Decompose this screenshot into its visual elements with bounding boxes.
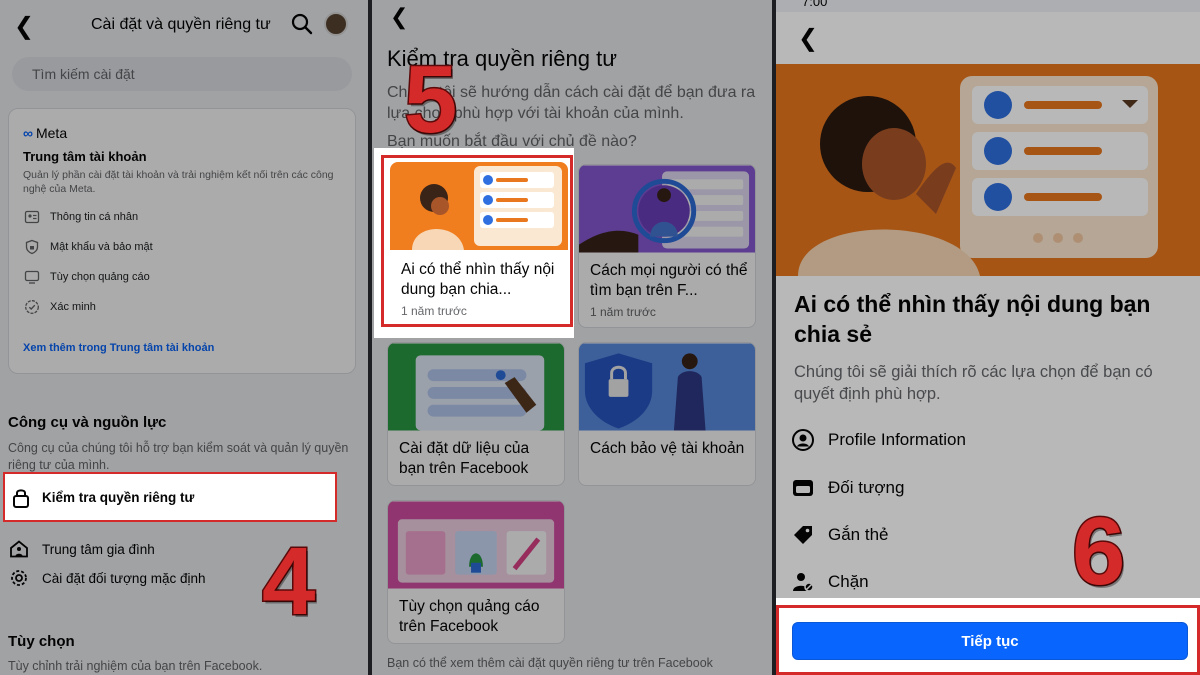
detail-item-tagging: Gắn thẻ <box>790 522 889 548</box>
detail-item-label: Gắn thẻ <box>828 525 889 544</box>
find-you-illustration <box>579 165 755 253</box>
privacy-checkup-row[interactable]: Kiểm tra quyền riêng tư <box>3 472 337 522</box>
topic-tile-ad-preferences[interactable]: Tùy chọn quảng cáo trên Facebook <box>387 500 565 644</box>
who-can-see-illustration <box>390 162 568 250</box>
lock-icon <box>11 487 31 514</box>
hero-art <box>776 64 1200 276</box>
settings-search-input[interactable]: Tìm kiếm cài đặt <box>12 57 352 91</box>
tools-description: Công cụ của chúng tôi hỗ trợ bạn kiểm so… <box>8 441 349 472</box>
family-center-row[interactable]: Trung tâm gia đình <box>8 536 155 562</box>
detail-item-audience: Đối tượng <box>790 475 904 501</box>
step-number: 4 <box>260 528 316 635</box>
topic-tile-find-you[interactable]: Cách mọi người có thể tìm bạn trên F... … <box>578 164 756 328</box>
footer-text: Bạn có thể xem thêm cài đặt quyền riêng … <box>387 656 713 670</box>
accounts-item-password-security[interactable]: Mật khẩu và bảo mật <box>23 237 153 257</box>
accounts-center-title: Trung tâm tài khoản <box>23 149 147 164</box>
meta-infinity-icon: ∞ <box>23 125 33 141</box>
status-bar: 7:00 <box>776 0 1200 12</box>
options-description: Tùy chỉnh trải nghiệm của bạn trên Faceb… <box>8 659 263 673</box>
settings-panel: ❮ Cài đặt và quyền riêng tư Tìm kiếm cài… <box>0 0 368 675</box>
accounts-item-verification[interactable]: Xác minh <box>23 297 96 317</box>
topic-tile-data-settings[interactable]: Cài đặt dữ liệu của bạn trên Facebook <box>387 342 565 486</box>
options-title: Tùy chọn <box>8 633 75 650</box>
back-arrow-icon[interactable]: ❮ <box>14 12 34 41</box>
continue-button[interactable]: Tiếp tục <box>792 622 1188 660</box>
verified-badge-icon <box>23 298 41 316</box>
topic-subtitle: 1 năm trước <box>590 305 656 319</box>
detail-item-label: Chặn <box>828 572 869 591</box>
topic-title: Cách bảo vệ tài khoản <box>590 440 745 457</box>
tag-icon <box>790 522 816 548</box>
accounts-item-personal-info[interactable]: Thông tin cá nhân <box>23 207 138 227</box>
status-time: 7:00 <box>802 0 828 9</box>
privacy-checkup-panel: ❮ Kiểm tra quyền riêng tư Chúng tôi sẽ h… <box>372 0 772 675</box>
privacy-checkup-label: Kiểm tra quyền riêng tư <box>42 490 195 505</box>
accounts-item-label: Xác minh <box>50 301 96 313</box>
step-number: 6 <box>1070 498 1126 605</box>
continue-bar: Tiếp tục <box>776 605 1200 675</box>
family-icon <box>8 538 30 560</box>
meta-logo-text: Meta <box>35 125 68 141</box>
detail-heading: Ai có thể nhìn thấy nội dung bạn chia sẻ <box>794 291 1151 347</box>
data-settings-illustration <box>388 343 564 431</box>
topic-tile-who-can-see[interactable]: Ai có thể nhìn thấy nội dung bạn chia...… <box>390 162 568 322</box>
block-user-icon <box>790 569 816 595</box>
meta-logo: ∞ Meta <box>23 125 67 141</box>
accounts-item-ad-preferences[interactable]: Tùy chọn quảng cáo <box>23 267 150 287</box>
row-label: Cài đặt đối tượng mặc định <box>42 570 206 586</box>
search-placeholder: Tìm kiếm cài đặt <box>32 66 135 82</box>
shield-icon <box>23 238 41 256</box>
detail-lead: Chúng tôi sẽ giải thích rõ các lựa chọn … <box>794 363 1153 403</box>
back-arrow-icon[interactable]: ❮ <box>798 24 818 53</box>
topic-title: Tùy chọn quảng cáo trên Facebook <box>399 598 540 635</box>
profile-icon <box>790 427 816 453</box>
search-icon[interactable] <box>290 12 314 41</box>
detail-item-label: Profile Information <box>828 430 966 449</box>
id-card-icon <box>23 208 41 226</box>
step-number: 5 <box>402 46 458 153</box>
account-security-illustration <box>579 343 755 431</box>
topic-subtitle: 1 năm trước <box>401 304 467 318</box>
accounts-item-label: Mật khẩu và bảo mật <box>50 241 153 253</box>
tools-title: Công cụ và nguồn lực <box>8 414 167 431</box>
topic-title: Ai có thể nhìn thấy nội dung bạn chia... <box>401 261 555 298</box>
gear-icon <box>8 567 30 589</box>
accounts-center-description: Quản lý phần cài đặt tài khoản và trải n… <box>23 169 334 195</box>
topic-detail-panel: 7:00 ❮ Ai có thể nhìn thấy nội dung bạn … <box>776 0 1200 675</box>
default-audience-row[interactable]: Cài đặt đối tượng mặc định <box>8 565 205 591</box>
topic-title: Cài đặt dữ liệu của bạn trên Facebook <box>399 440 530 477</box>
accounts-item-label: Tùy chọn quảng cáo <box>50 271 150 283</box>
audience-icon <box>790 475 816 501</box>
row-label: Trung tâm gia đình <box>42 541 155 557</box>
topic-tile-account-security[interactable]: Cách bảo vệ tài khoản <box>578 342 756 486</box>
back-arrow-icon[interactable]: ❮ <box>390 4 408 30</box>
accounts-center-link[interactable]: Xem thêm trong Trung tâm tài khoản <box>23 342 214 354</box>
page-title: Cài đặt và quyền riêng tư <box>91 16 271 33</box>
accounts-item-label: Thông tin cá nhân <box>50 211 139 223</box>
detail-item-label: Đối tượng <box>828 478 905 497</box>
topic-title: Cách mọi người có thể tìm bạn trên F... <box>590 262 748 299</box>
hero-illustration <box>776 64 1200 276</box>
accounts-center-card: ∞ Meta Trung tâm tài khoản Quản lý phần c… <box>8 108 356 374</box>
ad-preferences-illustration <box>388 501 564 589</box>
settings-header: ❮ Cài đặt và quyền riêng tư <box>0 0 368 50</box>
monitor-icon <box>23 268 41 286</box>
avatar[interactable] <box>324 12 348 36</box>
detail-item-profile-information: Profile Information <box>790 427 966 453</box>
detail-item-blocking: Chặn <box>790 569 869 595</box>
